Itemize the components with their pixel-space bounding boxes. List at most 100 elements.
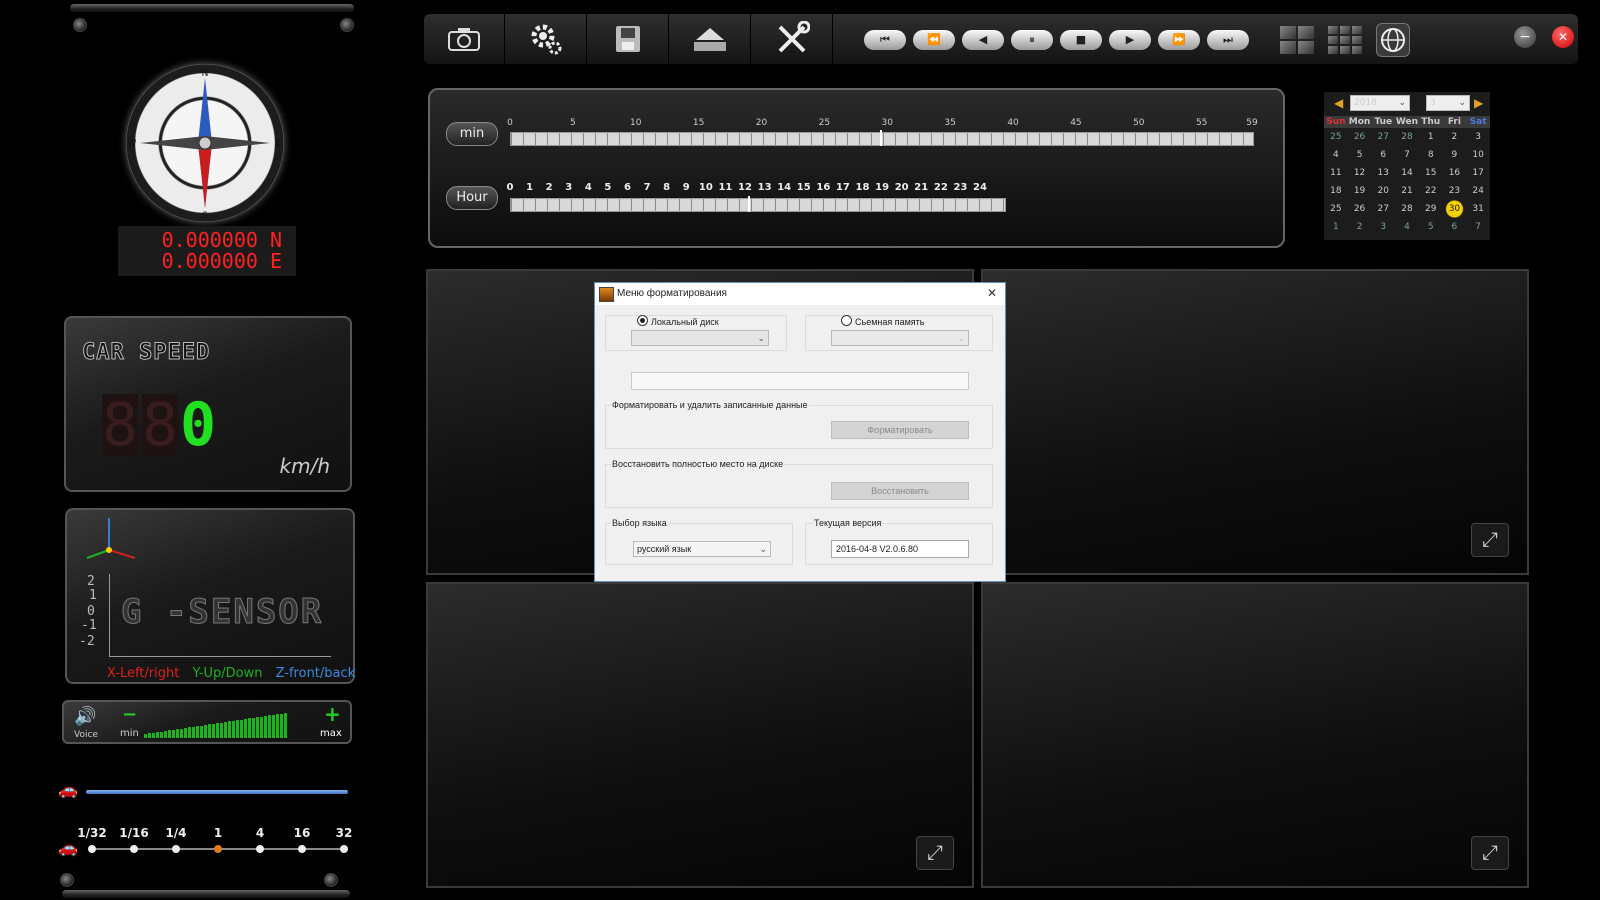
speaker-icon[interactable]: 🔊 xyxy=(74,706,96,727)
playback-progress-track[interactable] xyxy=(86,790,348,794)
speed-level-label[interactable]: 1/16 xyxy=(119,826,148,840)
calendar-day[interactable]: 6 xyxy=(1443,218,1467,236)
calendar-day[interactable]: 2 xyxy=(1443,128,1467,146)
video-pane-4[interactable]: ⤢ xyxy=(981,582,1529,888)
calendar-day[interactable]: 9 xyxy=(1443,146,1467,164)
calendar-day[interactable]: 7 xyxy=(1395,146,1419,164)
calendar-day[interactable]: 14 xyxy=(1395,164,1419,182)
calendar-day[interactable]: 4 xyxy=(1324,146,1348,164)
calendar-day[interactable]: 17 xyxy=(1466,164,1490,182)
calendar-day[interactable]: 21 xyxy=(1395,182,1419,200)
calendar-day-selected[interactable]: 30 xyxy=(1442,200,1467,218)
pause-button[interactable]: ⏸ xyxy=(1011,30,1053,50)
hour-ruler[interactable] xyxy=(510,198,1006,212)
calendar-day[interactable]: 27 xyxy=(1371,128,1395,146)
camera-icon[interactable] xyxy=(424,14,505,64)
save-disk-icon[interactable] xyxy=(588,14,669,64)
minute-ruler[interactable] xyxy=(510,132,1254,146)
calendar-day[interactable]: 3 xyxy=(1371,218,1395,236)
calendar-day[interactable]: 20 xyxy=(1371,182,1395,200)
fullscreen-icon[interactable]: ⤢ xyxy=(1471,836,1509,870)
calendar-day[interactable]: 7 xyxy=(1466,218,1490,236)
calendar-day[interactable]: 25 xyxy=(1324,200,1348,218)
video-pane-2[interactable]: ⤢ xyxy=(981,269,1529,575)
min-scale-button[interactable]: min xyxy=(446,122,498,146)
calendar-day[interactable]: 13 xyxy=(1371,164,1395,182)
calendar-day[interactable]: 27 xyxy=(1371,200,1395,218)
calendar-day[interactable]: 19 xyxy=(1348,182,1372,200)
grid-9-icon[interactable] xyxy=(1328,26,1362,54)
eject-icon[interactable] xyxy=(670,14,751,64)
calendar-day[interactable]: 6 xyxy=(1371,146,1395,164)
speed-level-marker[interactable] xyxy=(298,845,306,853)
calendar-day[interactable]: 8 xyxy=(1419,146,1443,164)
stop-button[interactable]: ■ xyxy=(1060,30,1102,50)
calendar-day[interactable]: 23 xyxy=(1443,182,1467,200)
close-app-button[interactable]: ✕ xyxy=(1552,26,1574,48)
fullscreen-icon[interactable]: ⤢ xyxy=(1471,523,1509,557)
calendar-day[interactable]: 22 xyxy=(1419,182,1443,200)
local-disk-radio[interactable]: Локальный диск xyxy=(637,315,719,327)
hour-cursor[interactable] xyxy=(748,196,750,212)
dialog-close-button[interactable]: ✕ xyxy=(987,286,997,300)
calendar-day[interactable]: 29 xyxy=(1419,200,1443,218)
volume-plus-button[interactable]: + xyxy=(324,702,341,726)
calendar-day[interactable]: 10 xyxy=(1466,146,1490,164)
calendar-day[interactable]: 1 xyxy=(1324,218,1348,236)
fullscreen-icon[interactable]: ⤢ xyxy=(916,836,954,870)
speed-level-marker[interactable] xyxy=(172,845,180,853)
calendar-day[interactable]: 31 xyxy=(1466,200,1490,218)
hour-scale-button[interactable]: Hour xyxy=(446,186,498,210)
calendar-prev-button[interactable]: ◀ xyxy=(1334,96,1343,110)
calendar-day[interactable]: 18 xyxy=(1324,182,1348,200)
volume-minus-button[interactable]: − xyxy=(122,704,137,725)
speed-level-label[interactable]: 16 xyxy=(294,826,311,840)
speed-level-marker[interactable] xyxy=(88,845,96,853)
calendar-day[interactable]: 12 xyxy=(1348,164,1372,182)
calendar-day[interactable]: 5 xyxy=(1348,146,1372,164)
calendar-day[interactable]: 1 xyxy=(1419,128,1443,146)
speed-level-marker[interactable] xyxy=(130,845,138,853)
tools-icon[interactable] xyxy=(752,14,833,64)
calendar-day[interactable]: 25 xyxy=(1324,128,1348,146)
speed-level-label[interactable]: 32 xyxy=(336,826,353,840)
play-button[interactable]: ▶ xyxy=(1109,30,1151,50)
calendar-day[interactable]: 16 xyxy=(1443,164,1467,182)
local-disk-select[interactable]: ⌄ xyxy=(631,330,769,346)
calendar-day[interactable]: 26 xyxy=(1348,128,1372,146)
calendar-day[interactable]: 3 xyxy=(1466,128,1490,146)
language-select[interactable]: русский язык ⌄ xyxy=(633,541,771,557)
speed-level-label[interactable]: 1/4 xyxy=(165,826,186,840)
grid-4-icon[interactable] xyxy=(1280,26,1314,54)
calendar-day[interactable]: 5 xyxy=(1419,218,1443,236)
video-pane-3[interactable]: ⤢ xyxy=(426,582,974,888)
minimize-button[interactable]: − xyxy=(1514,26,1536,48)
rewind-fast-button[interactable]: ⏪ xyxy=(913,30,955,50)
calendar-next-button[interactable]: ▶ xyxy=(1474,96,1483,110)
minute-cursor[interactable] xyxy=(880,130,882,146)
prev-frame-button[interactable]: ◀ xyxy=(962,30,1004,50)
restore-button[interactable]: Восстановить xyxy=(831,482,969,500)
year-select[interactable]: 2018 ⌄ xyxy=(1350,95,1410,111)
month-select[interactable]: 3 ⌄ xyxy=(1426,95,1470,111)
gear-icon[interactable] xyxy=(506,14,587,64)
first-button[interactable]: ⏮ xyxy=(864,30,906,50)
calendar-day[interactable]: 2 xyxy=(1348,218,1372,236)
speed-level-label[interactable]: 1/32 xyxy=(77,826,106,840)
forward-fast-button[interactable]: ⏩ xyxy=(1158,30,1200,50)
calendar-day[interactable]: 28 xyxy=(1395,200,1419,218)
calendar-day[interactable]: 28 xyxy=(1395,128,1419,146)
calendar-day[interactable]: 26 xyxy=(1348,200,1372,218)
speed-level-marker[interactable] xyxy=(256,845,264,853)
removable-radio[interactable]: Сьемная память xyxy=(841,315,924,327)
speed-level-label[interactable]: 1 xyxy=(214,826,222,840)
format-button[interactable]: Форматировать xyxy=(831,421,969,439)
calendar-day[interactable]: 24 xyxy=(1466,182,1490,200)
last-button[interactable]: ⏭ xyxy=(1207,30,1249,50)
globe-icon[interactable] xyxy=(1376,23,1410,57)
calendar-day[interactable]: 15 xyxy=(1419,164,1443,182)
calendar-day[interactable]: 11 xyxy=(1324,164,1348,182)
speed-level-marker[interactable] xyxy=(340,845,348,853)
speed-level-label[interactable]: 4 xyxy=(256,826,264,840)
progress-car-icon[interactable]: 🚗 xyxy=(58,780,78,799)
